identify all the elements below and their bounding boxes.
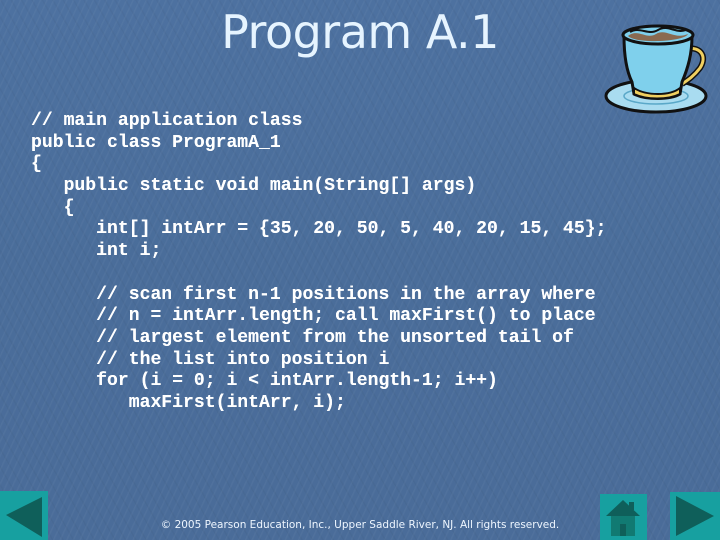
- triangle-left-icon: [6, 497, 42, 537]
- code-line: // the list into position i: [31, 349, 390, 370]
- triangle-right-icon: [676, 496, 714, 536]
- code-line: int i;: [31, 241, 162, 262]
- code-line: // largest element from the unsorted tai…: [31, 327, 574, 348]
- code-line: // main application class: [31, 111, 303, 131]
- previous-slide-button[interactable]: [0, 491, 48, 540]
- code-line: // scan first n-1 positions in the array…: [31, 284, 596, 305]
- code-block: // main application class public class Pr…: [31, 111, 606, 415]
- home-icon: [606, 500, 640, 536]
- home-button[interactable]: [600, 494, 647, 540]
- copyright-footer: © 2005 Pearson Education, Inc., Upper Sa…: [160, 519, 560, 531]
- code-line: {: [31, 197, 75, 218]
- code-line: for (i = 0; i < intArr.length-1; i++): [31, 371, 498, 392]
- code-line: int[] intArr = {35, 20, 50, 5, 40, 20, 1…: [31, 219, 607, 240]
- coffee-cup-icon: [604, 24, 708, 114]
- code-line: {: [31, 154, 42, 175]
- next-slide-button[interactable]: [670, 492, 720, 540]
- code-line: public static void main(String[] args): [31, 176, 477, 197]
- code-line: public class ProgramA_1: [31, 132, 281, 153]
- code-line: maxFirst(intArr, i);: [31, 392, 346, 413]
- code-line: // n = intArr.length; call maxFirst() to…: [31, 306, 596, 327]
